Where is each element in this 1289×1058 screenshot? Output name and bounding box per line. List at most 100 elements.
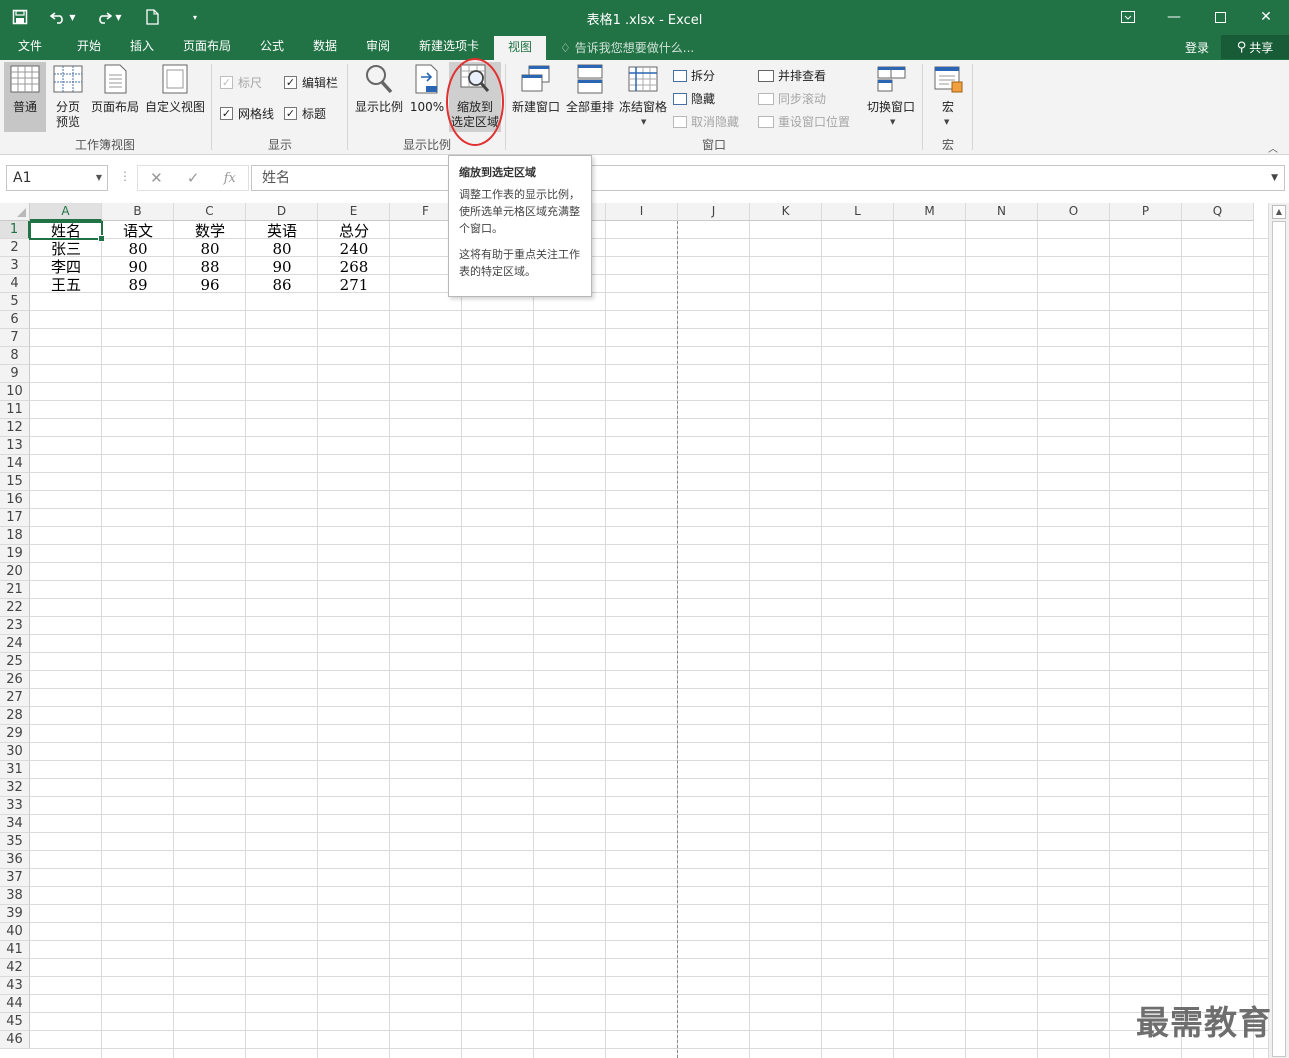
row-header[interactable]: 6 <box>0 311 30 329</box>
page-layout-view-button[interactable]: 页面布局 <box>90 62 140 132</box>
row-header[interactable]: 11 <box>0 401 30 419</box>
tell-me-box[interactable]: ♢ 告诉我您想要做什么... <box>560 39 694 56</box>
column-header[interactable]: P <box>1110 203 1182 221</box>
formula-bar-grip-icon[interactable]: ⋮ <box>119 169 131 183</box>
enter-icon[interactable]: ✓ <box>187 169 200 187</box>
table-cell[interactable]: 89 <box>102 276 174 294</box>
row-header[interactable]: 32 <box>0 779 30 797</box>
row-header[interactable]: 22 <box>0 599 30 617</box>
row-header[interactable]: 41 <box>0 941 30 959</box>
row-header[interactable]: 43 <box>0 977 30 995</box>
row-header[interactable]: 33 <box>0 797 30 815</box>
zoom-100-button[interactable]: 100% <box>408 62 446 132</box>
collapse-ribbon-icon[interactable]: ︿ <box>1268 140 1278 155</box>
tab-data[interactable]: 数据 <box>299 34 351 60</box>
tab-file[interactable]: 文件 <box>6 34 54 60</box>
row-header[interactable]: 17 <box>0 509 30 527</box>
row-header[interactable]: 2 <box>0 239 30 257</box>
ruler-checkbox[interactable]: ✓ 标尺 <box>220 74 262 91</box>
table-cell[interactable]: 王五 <box>30 276 102 294</box>
row-header[interactable]: 21 <box>0 581 30 599</box>
select-all-button[interactable] <box>0 203 30 221</box>
vertical-scrollbar[interactable]: ▲ <box>1268 203 1289 1058</box>
headings-checkbox[interactable]: ✓ 标题 <box>284 105 326 122</box>
column-header[interactable]: O <box>1038 203 1110 221</box>
page-break-preview-button[interactable]: 分页 预览 <box>48 62 88 132</box>
table-cell[interactable]: 268 <box>318 258 390 276</box>
table-cell[interactable]: 李四 <box>30 258 102 276</box>
table-cell[interactable]: 90 <box>102 258 174 276</box>
ribbon-display-options-button[interactable] <box>1105 0 1151 34</box>
cancel-icon[interactable]: ✕ <box>150 169 163 187</box>
table-cell[interactable]: 86 <box>246 276 318 294</box>
row-header[interactable]: 10 <box>0 383 30 401</box>
scroll-up-icon[interactable]: ▲ <box>1272 205 1286 219</box>
zoom-to-selection-button[interactable]: 缩放到 选定区域 <box>449 62 501 132</box>
row-header[interactable]: 13 <box>0 437 30 455</box>
table-cell[interactable]: 80 <box>246 240 318 258</box>
tab-view[interactable]: 视图 <box>494 36 546 60</box>
row-header[interactable]: 18 <box>0 527 30 545</box>
column-header[interactable]: B <box>102 203 174 221</box>
maximize-button[interactable] <box>1197 0 1243 34</box>
scrollbar-thumb[interactable] <box>1272 221 1286 1057</box>
row-header[interactable]: 38 <box>0 887 30 905</box>
row-header[interactable]: 16 <box>0 491 30 509</box>
column-header[interactable]: K <box>750 203 822 221</box>
row-header[interactable]: 37 <box>0 869 30 887</box>
expand-formula-icon[interactable]: ▼ <box>1271 166 1278 190</box>
table-cell[interactable]: 语文 <box>102 222 174 240</box>
row-header[interactable]: 19 <box>0 545 30 563</box>
row-header[interactable]: 9 <box>0 365 30 383</box>
table-cell[interactable]: 英语 <box>246 222 318 240</box>
row-header[interactable]: 25 <box>0 653 30 671</box>
row-header[interactable]: 45 <box>0 1013 30 1031</box>
hide-button[interactable]: 隐藏 <box>673 90 715 107</box>
row-header[interactable]: 44 <box>0 995 30 1013</box>
column-header[interactable]: E <box>318 203 390 221</box>
column-header[interactable]: I <box>606 203 678 221</box>
split-button[interactable]: 拆分 <box>673 67 715 84</box>
switch-dropdown-icon[interactable]: ▼ <box>890 118 895 126</box>
close-button[interactable]: ✕ <box>1243 0 1289 34</box>
row-header[interactable]: 39 <box>0 905 30 923</box>
login-link[interactable]: 登录 <box>1185 39 1209 56</box>
table-cell[interactable]: 240 <box>318 240 390 258</box>
row-header[interactable]: 35 <box>0 833 30 851</box>
tab-page-layout[interactable]: 页面布局 <box>172 34 242 60</box>
row-header[interactable]: 4 <box>0 275 30 293</box>
share-button[interactable]: ⚲ 共享 <box>1221 35 1289 59</box>
cell-area[interactable] <box>30 221 1268 1058</box>
sync-scroll-button[interactable]: 同步滚动 <box>758 90 826 107</box>
table-cell[interactable]: 88 <box>174 258 246 276</box>
freeze-dropdown-icon[interactable]: ▼ <box>641 118 646 126</box>
normal-view-button[interactable]: 普通 <box>4 62 46 132</box>
row-header[interactable]: 31 <box>0 761 30 779</box>
row-header[interactable]: 12 <box>0 419 30 437</box>
column-header[interactable]: N <box>966 203 1038 221</box>
table-cell[interactable]: 271 <box>318 276 390 294</box>
new-window-button[interactable]: 新建窗口 <box>510 62 562 132</box>
row-header[interactable]: 3 <box>0 257 30 275</box>
macros-dropdown-icon[interactable]: ▼ <box>944 118 949 126</box>
tab-review[interactable]: 审阅 <box>352 34 404 60</box>
column-header[interactable]: L <box>822 203 894 221</box>
unhide-button[interactable]: 取消隐藏 <box>673 113 739 130</box>
table-cell[interactable]: 80 <box>174 240 246 258</box>
minimize-button[interactable]: — <box>1151 0 1197 34</box>
table-cell[interactable]: 总分 <box>318 222 390 240</box>
row-header[interactable]: 42 <box>0 959 30 977</box>
column-header[interactable]: A <box>30 203 102 221</box>
row-header[interactable]: 23 <box>0 617 30 635</box>
column-header[interactable]: D <box>246 203 318 221</box>
name-box[interactable]: A1 ▼ <box>6 165 108 191</box>
zoom-button[interactable]: 显示比例 <box>352 62 406 132</box>
row-header[interactable]: 5 <box>0 293 30 311</box>
column-header[interactable]: J <box>678 203 750 221</box>
row-header[interactable]: 1 <box>0 221 30 239</box>
table-cell[interactable]: 90 <box>246 258 318 276</box>
row-header[interactable]: 26 <box>0 671 30 689</box>
column-header[interactable]: C <box>174 203 246 221</box>
view-side-by-side-button[interactable]: 并排查看 <box>758 67 826 84</box>
row-header[interactable]: 46 <box>0 1031 30 1049</box>
